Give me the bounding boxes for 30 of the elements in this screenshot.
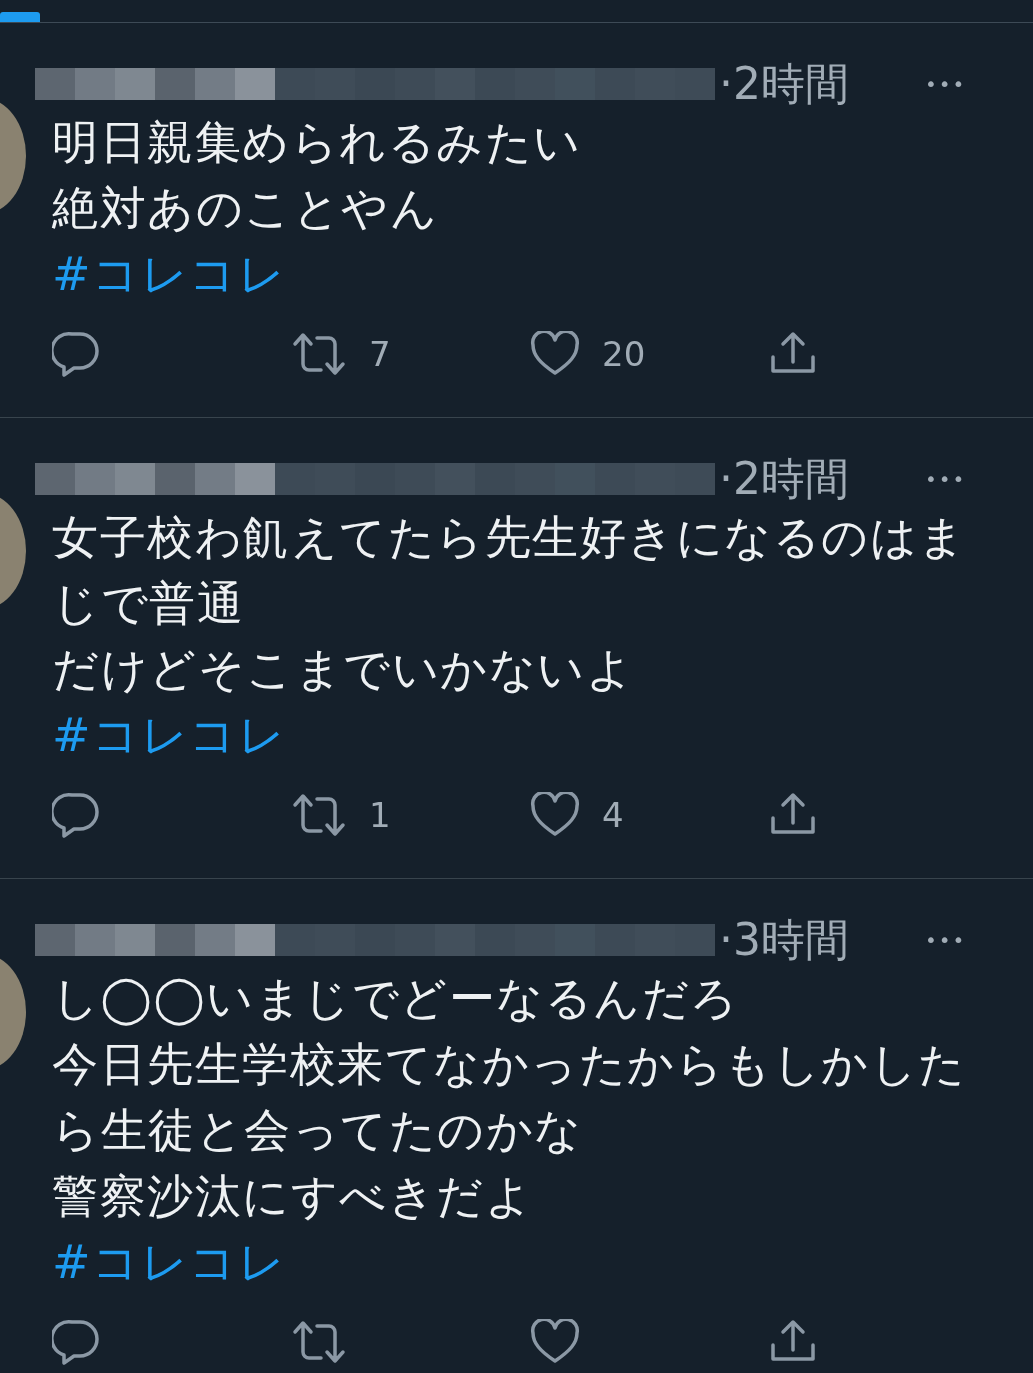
- hashtag-link[interactable]: #コレコレ: [52, 708, 287, 762]
- like-count: 20: [602, 334, 646, 374]
- tweet-text: 今日先生学校来てなかったからもしかしたら生徒と会ってたのかな: [52, 1036, 968, 1159]
- retweet-icon[interactable]: [291, 793, 347, 837]
- retweet-icon[interactable]: [291, 332, 347, 376]
- tweet-text: し◯◯いまじでどーなるんだろ: [52, 970, 740, 1028]
- like-icon[interactable]: [530, 792, 580, 838]
- tweet-text: 明日親集められるみたい: [52, 114, 583, 171]
- reply-icon[interactable]: [52, 1319, 100, 1365]
- like-icon[interactable]: [530, 1319, 580, 1365]
- more-button[interactable]: •••: [925, 928, 967, 952]
- reply-icon[interactable]: [52, 331, 100, 377]
- reply-icon[interactable]: [52, 792, 100, 838]
- more-button[interactable]: •••: [925, 72, 967, 96]
- tweet-text: 警察沙汰にすべきだよ: [52, 1168, 534, 1225]
- tweet-text: 絶対あのことやん: [52, 180, 439, 237]
- more-button[interactable]: •••: [925, 467, 967, 491]
- like-icon[interactable]: [530, 331, 580, 377]
- timestamp: ·3時間: [719, 912, 849, 967]
- retweet-icon[interactable]: [291, 1320, 347, 1364]
- tweet-text: 女子校わ飢えてたら先生好きになるのはまじで普通: [52, 509, 968, 632]
- retweet-count: 7: [369, 334, 391, 374]
- timestamp: ·2時間: [719, 451, 849, 506]
- retweet-count: 1: [369, 795, 391, 835]
- timestamp: ·2時間: [719, 56, 849, 111]
- tweet-text: だけどそこまでいかないよ: [52, 641, 635, 698]
- hashtag-link[interactable]: #コレコレ: [52, 1235, 287, 1289]
- hashtag-link[interactable]: #コレコレ: [52, 247, 287, 301]
- tab-indicator: [0, 12, 40, 22]
- like-count: 4: [602, 795, 624, 835]
